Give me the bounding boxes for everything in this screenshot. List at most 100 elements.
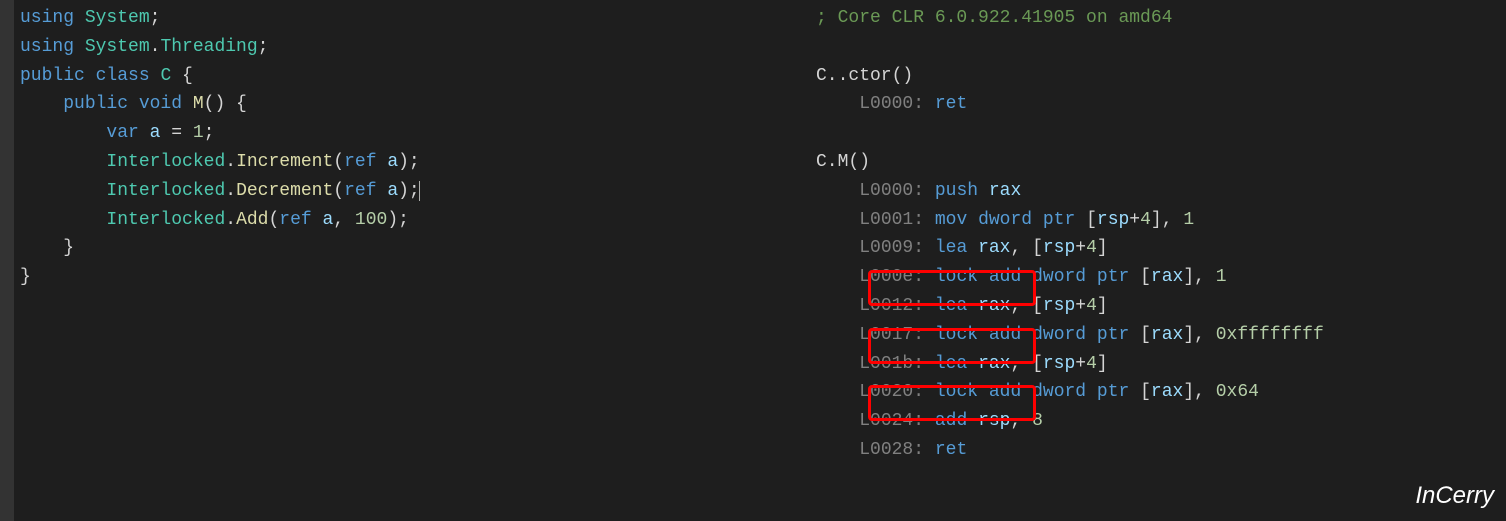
code-token: L0000: bbox=[859, 94, 924, 114]
source-line[interactable]: Interlocked.Increment(ref a); bbox=[20, 148, 804, 177]
code-token: rax bbox=[1151, 382, 1183, 402]
code-token: ; Core CLR 6.0.922.41905 on amd64 bbox=[816, 8, 1172, 28]
code-token bbox=[924, 267, 935, 287]
code-token bbox=[924, 94, 935, 114]
code-token: ], bbox=[1183, 325, 1215, 345]
code-token: [ bbox=[1129, 325, 1151, 345]
code-token: rsp bbox=[1043, 238, 1075, 258]
code-token: L0028: bbox=[859, 440, 924, 460]
source-code-panel[interactable]: using System;using System.Threading;publ… bbox=[0, 0, 810, 521]
code-token bbox=[978, 382, 989, 402]
code-token: 0x64 bbox=[1216, 382, 1259, 402]
disassembly-panel[interactable]: ; Core CLR 6.0.922.41905 on amd64 C..cto… bbox=[810, 0, 1506, 521]
source-line[interactable]: Interlocked.Add(ref a, 100); bbox=[20, 206, 804, 235]
code-token: L0020: bbox=[859, 382, 924, 402]
code-token bbox=[924, 411, 935, 431]
code-token bbox=[20, 181, 106, 201]
code-token bbox=[924, 296, 935, 316]
code-token: lock bbox=[935, 267, 978, 287]
code-token: dword ptr bbox=[1032, 267, 1129, 287]
code-token: , [ bbox=[1010, 354, 1042, 374]
disasm-line[interactable]: L0009: lea rax, [rsp+4] bbox=[816, 234, 1500, 263]
disasm-line[interactable]: L000e: lock add dword ptr [rax], 1 bbox=[816, 263, 1500, 292]
code-token bbox=[816, 267, 859, 287]
code-token bbox=[419, 181, 420, 201]
source-line[interactable]: var a = 1; bbox=[20, 119, 804, 148]
code-token bbox=[312, 210, 323, 230]
code-token: ret bbox=[935, 94, 967, 114]
source-line[interactable]: } bbox=[20, 263, 804, 292]
source-line[interactable]: public class C { bbox=[20, 62, 804, 91]
code-token: rax bbox=[1151, 325, 1183, 345]
code-token: add bbox=[989, 382, 1021, 402]
code-token: Increment bbox=[236, 152, 333, 172]
code-token: C bbox=[160, 66, 171, 86]
code-token: = bbox=[160, 123, 192, 143]
code-token: rax bbox=[1151, 267, 1183, 287]
disasm-line[interactable]: L0000: ret bbox=[816, 90, 1500, 119]
code-token: add bbox=[989, 325, 1021, 345]
code-token: Decrement bbox=[236, 181, 333, 201]
code-token: [ bbox=[1129, 267, 1151, 287]
code-token: public void bbox=[63, 94, 193, 114]
code-token bbox=[1021, 382, 1032, 402]
watermark: InCerry bbox=[1415, 477, 1494, 515]
code-token: rsp bbox=[1097, 210, 1129, 230]
source-line[interactable]: using System.Threading; bbox=[20, 33, 804, 62]
code-token: mov bbox=[935, 210, 967, 230]
code-token bbox=[924, 382, 935, 402]
code-token bbox=[20, 94, 63, 114]
disasm-line[interactable]: C.M() bbox=[816, 148, 1500, 177]
code-token: , [ bbox=[1010, 296, 1042, 316]
code-token: + bbox=[1075, 296, 1086, 316]
code-token: rsp bbox=[1043, 354, 1075, 374]
code-token: ret bbox=[935, 440, 967, 460]
code-token: [ bbox=[1075, 210, 1097, 230]
code-token: ); bbox=[387, 210, 409, 230]
disasm-line[interactable]: L0001: mov dword ptr [rsp+4], 1 bbox=[816, 206, 1500, 235]
code-token: . bbox=[225, 152, 236, 172]
code-token: L0009: bbox=[859, 238, 924, 258]
code-token bbox=[978, 325, 989, 345]
code-token: var bbox=[106, 123, 138, 143]
code-token: L000e: bbox=[859, 267, 924, 287]
code-token: 100 bbox=[355, 210, 387, 230]
code-token: L0017: bbox=[859, 325, 924, 345]
code-token: ] bbox=[1097, 296, 1108, 316]
code-token bbox=[816, 325, 859, 345]
code-token: L0000: bbox=[859, 181, 924, 201]
disasm-line[interactable]: L0000: push rax bbox=[816, 177, 1500, 206]
disasm-line[interactable]: L0017: lock add dword ptr [rax], 0xfffff… bbox=[816, 321, 1500, 350]
disasm-line[interactable] bbox=[816, 33, 1500, 62]
code-token: M bbox=[193, 94, 204, 114]
disasm-line[interactable]: C..ctor() bbox=[816, 62, 1500, 91]
source-line[interactable]: Interlocked.Decrement(ref a); bbox=[20, 177, 804, 206]
disasm-line[interactable]: L0028: ret bbox=[816, 436, 1500, 465]
code-token: rsp bbox=[978, 411, 1010, 431]
source-line[interactable]: public void M() { bbox=[20, 90, 804, 119]
code-token: lock bbox=[935, 382, 978, 402]
source-line[interactable]: } bbox=[20, 234, 804, 263]
disasm-line[interactable]: ; Core CLR 6.0.922.41905 on amd64 bbox=[816, 4, 1500, 33]
code-token bbox=[816, 411, 859, 431]
disasm-line[interactable]: L0024: add rsp, 8 bbox=[816, 407, 1500, 436]
disasm-line[interactable]: L0020: lock add dword ptr [rax], 0x64 bbox=[816, 378, 1500, 407]
disasm-line[interactable] bbox=[816, 119, 1500, 148]
code-token bbox=[967, 238, 978, 258]
source-line[interactable]: using System; bbox=[20, 4, 804, 33]
code-token: ], bbox=[1151, 210, 1183, 230]
disasm-line[interactable]: L0012: lea rax, [rsp+4] bbox=[816, 292, 1500, 321]
code-token: ( bbox=[333, 181, 344, 201]
code-token: ref bbox=[344, 181, 376, 201]
code-token: ref bbox=[344, 152, 376, 172]
code-token: + bbox=[1075, 354, 1086, 374]
code-token bbox=[816, 354, 859, 374]
code-token: 4 bbox=[1086, 354, 1097, 374]
code-token bbox=[924, 238, 935, 258]
code-token: a bbox=[387, 152, 398, 172]
code-token: L001b: bbox=[859, 354, 924, 374]
disasm-line[interactable]: L001b: lea rax, [rsp+4] bbox=[816, 350, 1500, 379]
code-token: using bbox=[20, 8, 85, 28]
code-token: Threading bbox=[160, 37, 257, 57]
code-token bbox=[924, 210, 935, 230]
